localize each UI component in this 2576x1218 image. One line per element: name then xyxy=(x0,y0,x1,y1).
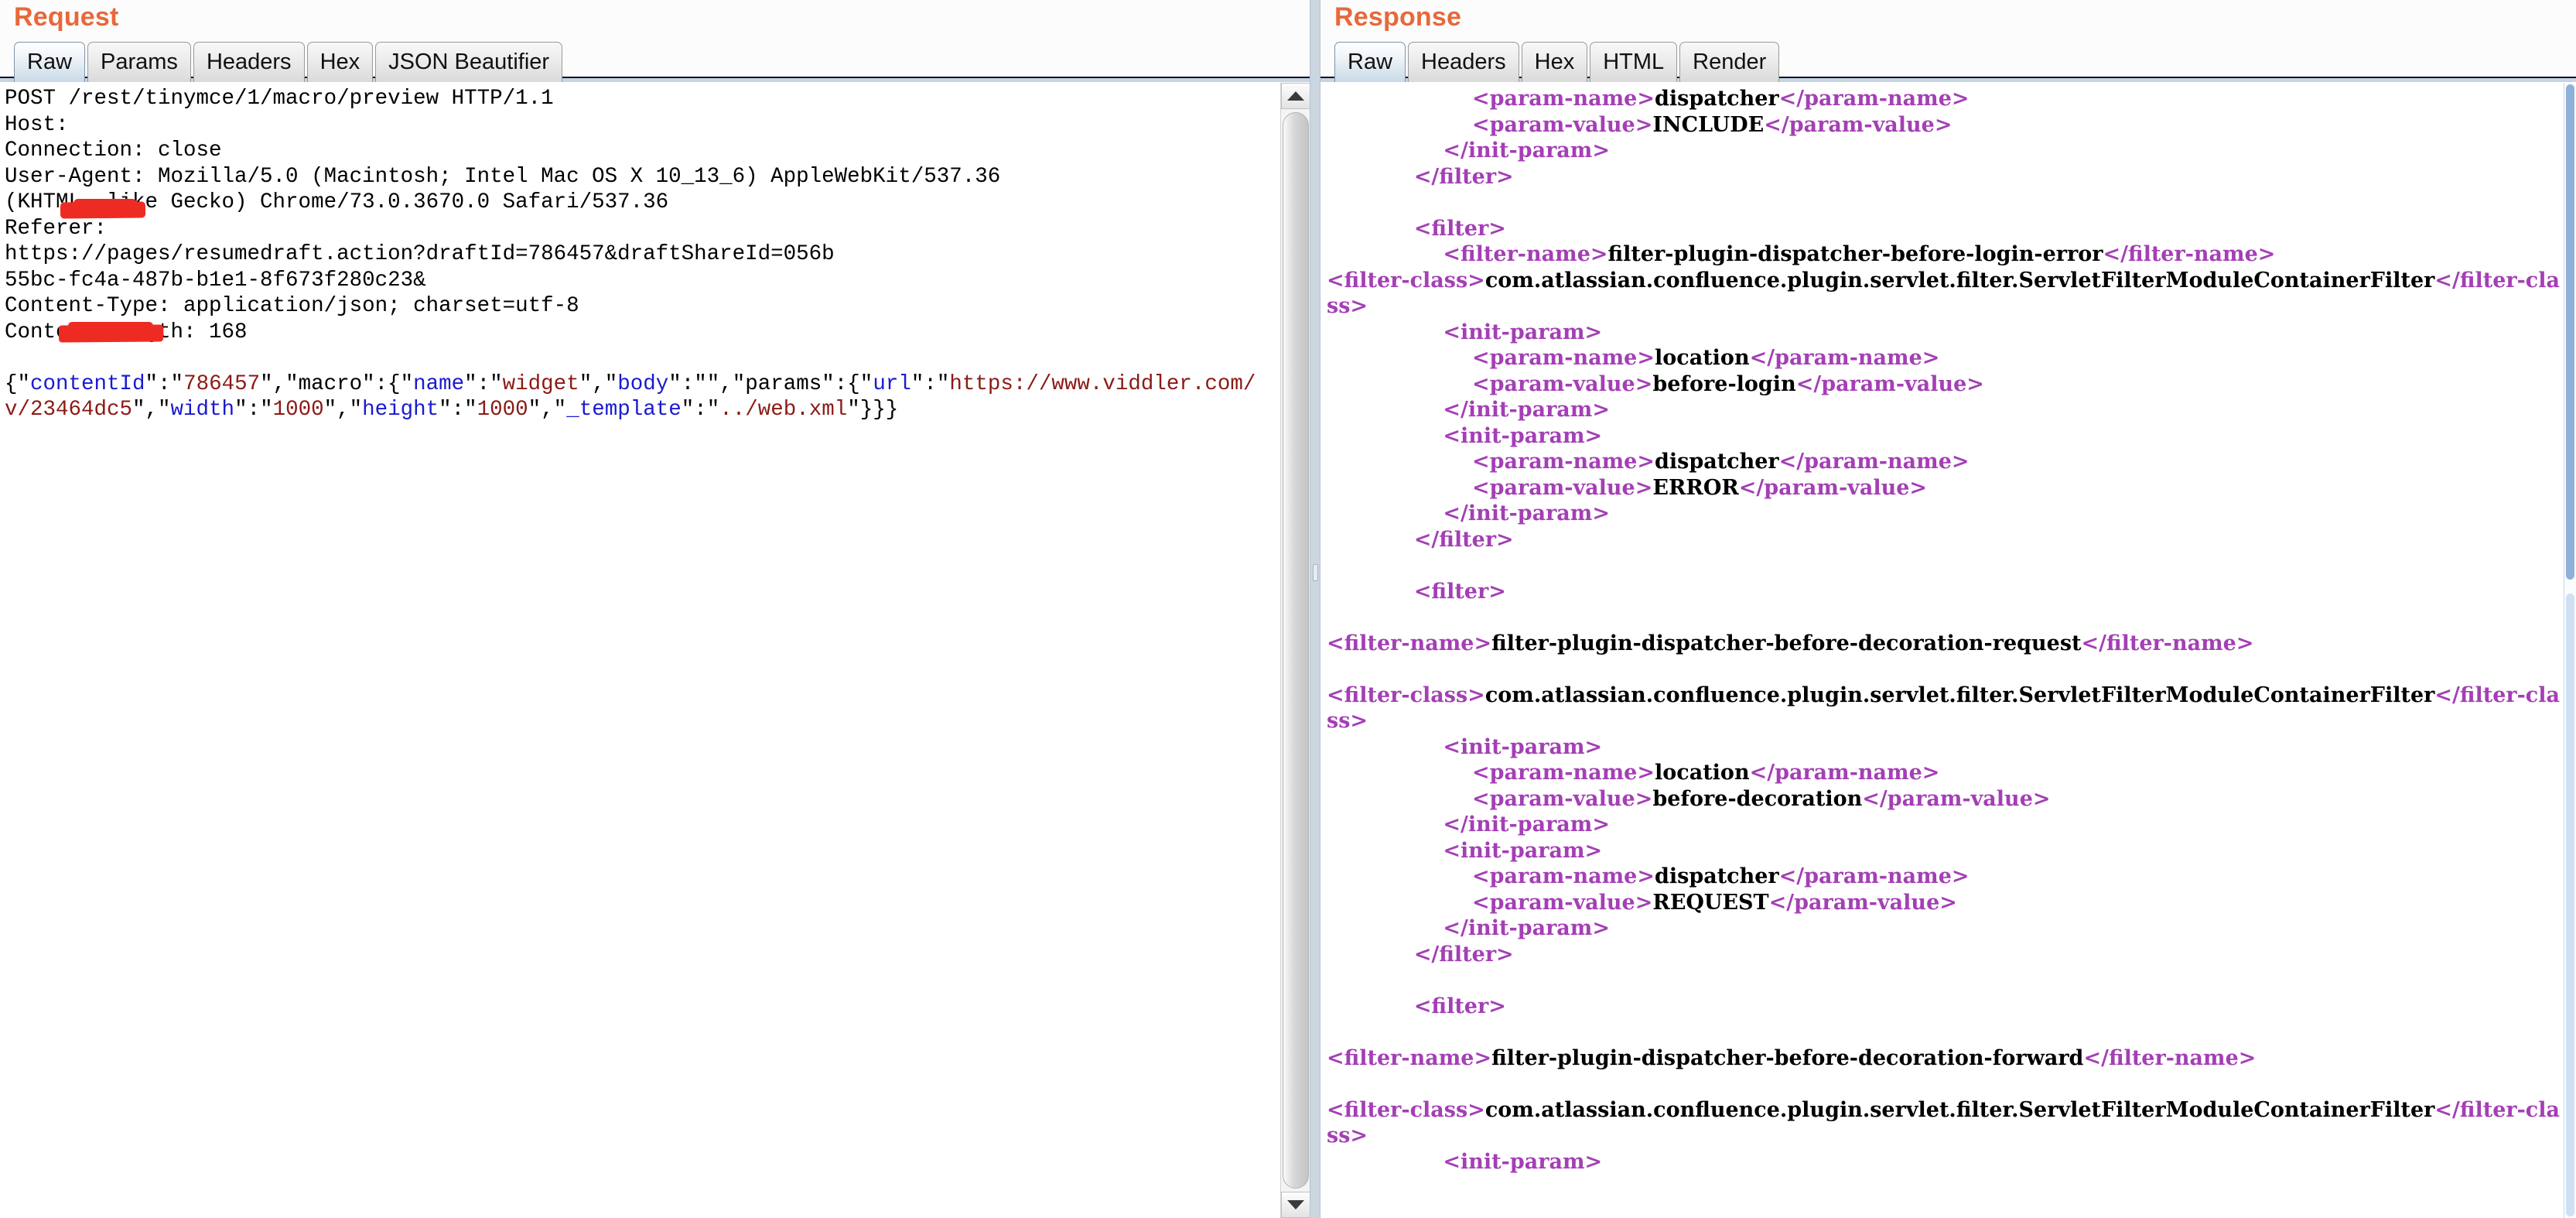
tab-request-raw[interactable]: Raw xyxy=(14,42,86,82)
request-vertical-scrollbar[interactable] xyxy=(1280,83,1310,1218)
tab-response-raw[interactable]: Raw xyxy=(1334,42,1406,82)
burp-message-viewer: Request Raw Params Headers Hex JSON Beau… xyxy=(0,0,2576,1218)
scrollbar-thumb[interactable] xyxy=(1283,112,1309,1189)
tab-response-headers[interactable]: Headers xyxy=(1408,42,1519,82)
response-raw-view: <param-name>dispatcher</param-name> <par… xyxy=(1320,82,2576,1218)
response-panel: Response Raw Headers Hex HTML Render <pa… xyxy=(1320,0,2576,1218)
response-vertical-scrollbar[interactable] xyxy=(2564,83,2576,1218)
scrollbar-thumb[interactable] xyxy=(2566,84,2574,580)
tab-response-hex[interactable]: Hex xyxy=(1521,42,1588,82)
scroll-down-arrow-icon[interactable] xyxy=(1281,1192,1310,1218)
response-raw-text[interactable]: <param-name>dispatcher</param-name> <par… xyxy=(1320,83,2564,1218)
request-tabstrip: Raw Params Headers Hex JSON Beautifier xyxy=(0,37,1310,82)
tab-response-html[interactable]: HTML xyxy=(1590,42,1678,82)
request-panel: Request Raw Params Headers Hex JSON Beau… xyxy=(0,0,1310,1218)
panel-splitter[interactable] xyxy=(1310,0,1320,1218)
response-tabstrip: Raw Headers Hex HTML Render xyxy=(1320,37,2576,82)
request-raw-view: POST /rest/tinymce/1/macro/preview HTTP/… xyxy=(0,82,1310,1218)
scroll-up-arrow-icon[interactable] xyxy=(1281,83,1310,109)
tab-request-headers[interactable]: Headers xyxy=(193,42,305,82)
response-panel-title: Response xyxy=(1320,0,2576,37)
splitter-grip[interactable] xyxy=(1313,564,1318,581)
tab-request-params[interactable]: Params xyxy=(87,42,191,82)
request-raw-text[interactable]: POST /rest/tinymce/1/macro/preview HTTP/… xyxy=(0,83,1280,1218)
scrollbar-track[interactable] xyxy=(2566,594,2574,1216)
tab-response-render[interactable]: Render xyxy=(1679,42,1780,82)
tab-request-json-beautifier[interactable]: JSON Beautifier xyxy=(375,42,563,82)
tab-request-hex[interactable]: Hex xyxy=(306,42,374,82)
request-panel-title: Request xyxy=(0,0,1310,37)
